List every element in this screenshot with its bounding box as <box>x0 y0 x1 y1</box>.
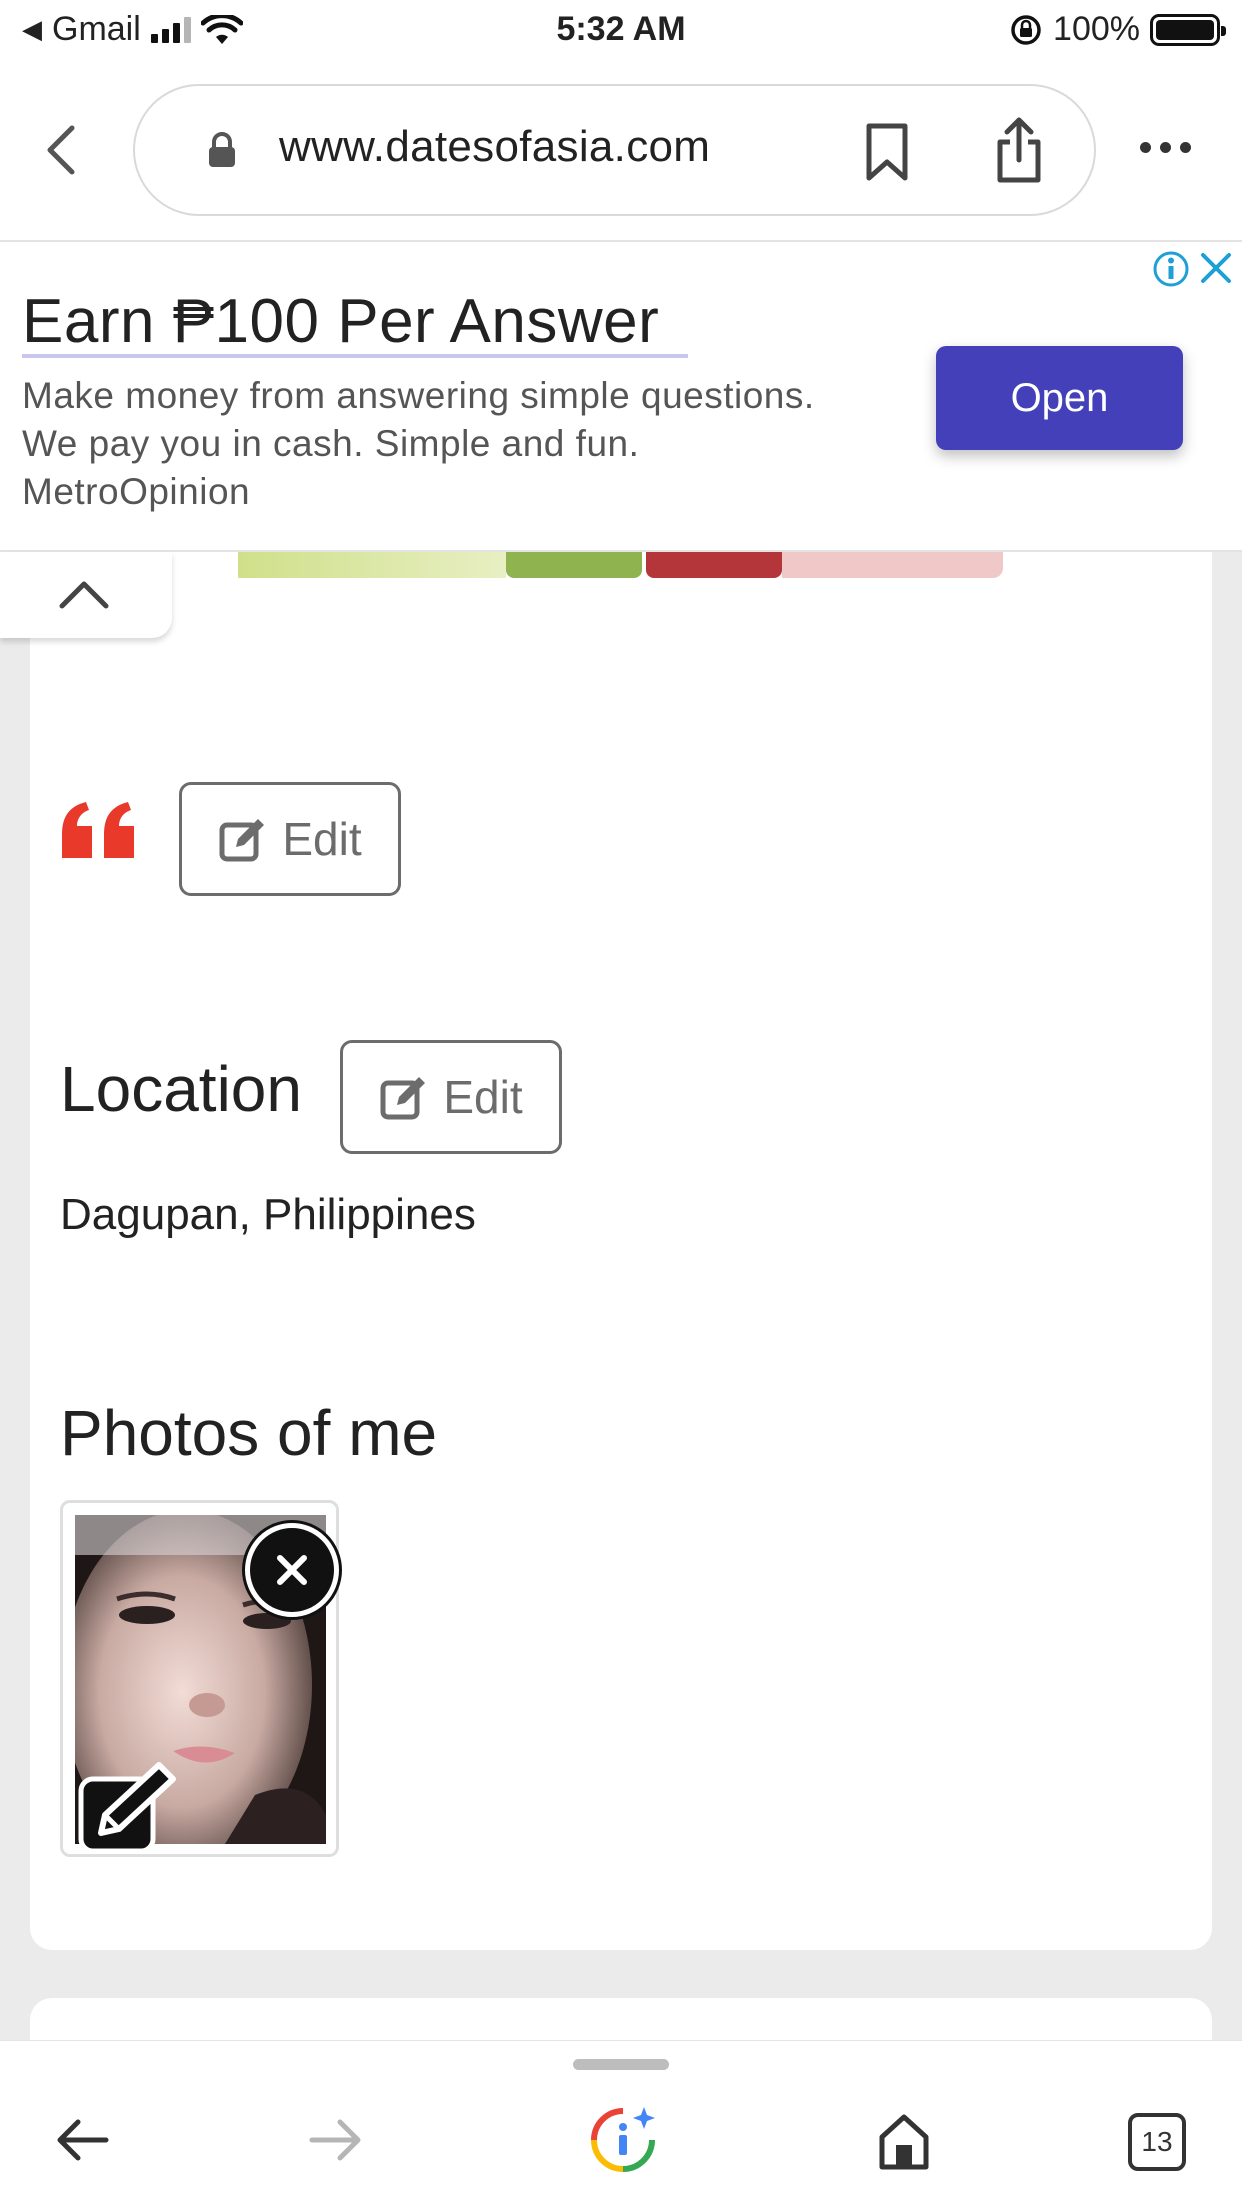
toolbar-drag-handle[interactable] <box>573 2059 669 2070</box>
profile-photo-card <box>60 1500 339 1857</box>
browser-top-bar: www.datesofasia.com <box>0 62 1242 240</box>
address-bar[interactable]: www.datesofasia.com <box>133 84 1096 216</box>
ad-headline-underline <box>22 354 688 358</box>
ad-banner[interactable]: Earn ₱100 Per Answer Make money from ans… <box>0 240 1242 552</box>
edit-quote-button[interactable]: Edit <box>179 782 401 896</box>
ad-headline[interactable]: Earn ₱100 Per Answer <box>22 286 659 357</box>
remove-photo-button[interactable] <box>245 1523 339 1617</box>
location-value: Dagupan, Philippines <box>60 1190 476 1239</box>
battery-percent: 100% <box>1053 10 1140 48</box>
orientation-lock-icon <box>1011 14 1041 45</box>
lock-icon <box>209 132 235 167</box>
ad-close-icon[interactable] <box>1198 250 1234 286</box>
google-discover-icon[interactable] <box>588 2105 658 2175</box>
tab-count: 13 <box>1141 2126 1173 2157</box>
edit-location-label: Edit <box>443 1071 523 1123</box>
photos-heading: Photos of me <box>60 1397 438 1469</box>
back-arrow-icon[interactable] <box>54 2117 110 2163</box>
forward-arrow-icon[interactable] <box>308 2117 364 2163</box>
tab-switcher-button[interactable]: 13 <box>1128 2113 1186 2171</box>
edit-icon <box>219 819 265 862</box>
profile-progress-bar <box>238 548 1003 578</box>
chevron-up-icon <box>59 581 109 609</box>
edit-photo-pencil-icon[interactable] <box>77 1759 179 1855</box>
bookmark-icon[interactable] <box>864 122 910 182</box>
url-text: www.datesofasia.com <box>279 122 711 171</box>
edit-quote-label: Edit <box>282 813 362 865</box>
ad-info-icon[interactable] <box>1152 250 1190 288</box>
share-icon[interactable] <box>993 116 1045 184</box>
battery-icon <box>1150 13 1226 46</box>
browser-back-chevron-icon[interactable] <box>42 124 82 176</box>
ad-body-line: Make money from answering simple questio… <box>22 375 815 416</box>
edit-icon <box>380 1077 426 1120</box>
more-options-icon[interactable] <box>1140 142 1191 153</box>
home-icon[interactable] <box>876 2111 932 2171</box>
quote-icon <box>62 802 134 858</box>
ad-body-line: We pay you in cash. Simple and fun. <box>22 423 640 464</box>
edit-location-button[interactable]: Edit <box>340 1040 562 1154</box>
browser-bottom-toolbar: 13 <box>0 2040 1242 2208</box>
ad-open-button[interactable]: Open <box>936 346 1183 450</box>
status-bar: ◀ Gmail 5:32 AM 100% <box>0 0 1242 62</box>
ad-body: Make money from answering simple questio… <box>22 372 815 516</box>
location-heading: Location <box>60 1053 302 1125</box>
ad-advertiser: MetroOpinion <box>22 471 251 512</box>
ad-collapse-button[interactable] <box>0 552 172 638</box>
close-icon <box>277 1555 307 1585</box>
